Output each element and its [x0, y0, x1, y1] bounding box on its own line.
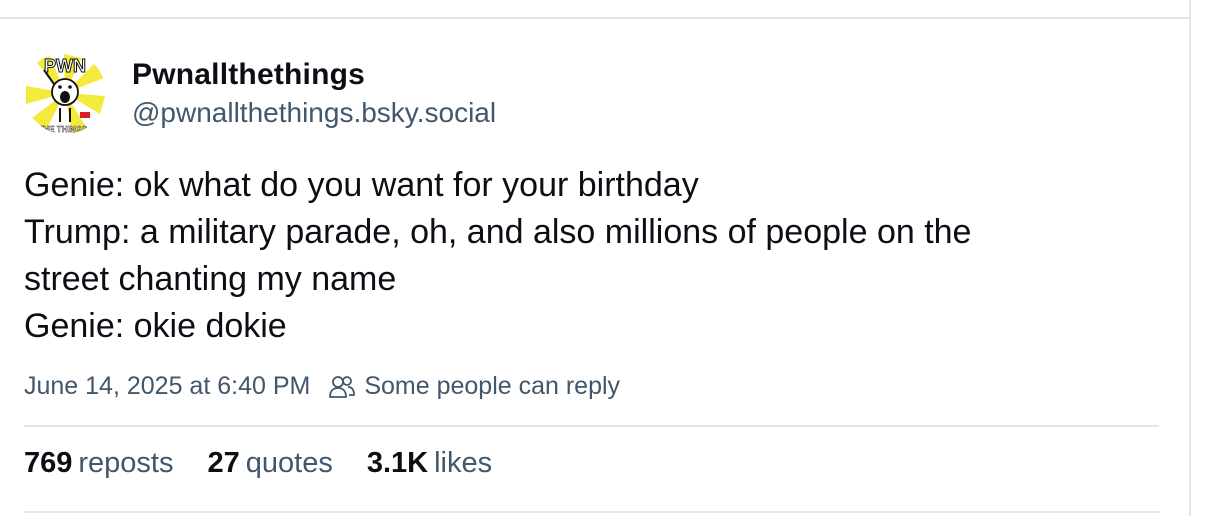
stats-divider [24, 425, 1159, 427]
post-text-line: Genie: ok what do you want for your birt… [24, 166, 699, 204]
author-handle[interactable]: @pwnallthethings.bsky.social [132, 95, 496, 131]
bottom-divider [24, 511, 1159, 513]
reposts-count: 769 [24, 447, 73, 479]
post-text: Genie: ok what do you want for your birt… [24, 162, 1159, 350]
top-divider [0, 17, 1190, 19]
likes-stat[interactable]: 3.1K likes [367, 447, 492, 480]
right-border [1189, 0, 1191, 516]
reposts-label: reposts [78, 447, 174, 479]
quotes-label: quotes [245, 447, 333, 479]
post-timestamp[interactable]: June 14, 2025 at 6:40 PM [24, 372, 310, 401]
post-text-line: Genie: okie dokie [24, 307, 287, 345]
post-author[interactable]: PWN ALL THE THINGS Pwnallthethings @pwna… [24, 52, 1159, 134]
reply-setting[interactable]: Some people can reply [364, 372, 620, 401]
post: PWN ALL THE THINGS Pwnallthethings @pwna… [24, 52, 1159, 480]
author-names: Pwnallthethings @pwnallthethings.bsky.so… [132, 55, 496, 131]
reposts-stat[interactable]: 769 reposts [24, 447, 174, 480]
display-name[interactable]: Pwnallthethings [132, 55, 496, 95]
people-icon [328, 374, 356, 400]
pwn-all-the-things-avatar-icon: PWN ALL THE THINGS [24, 52, 106, 134]
post-meta: June 14, 2025 at 6:40 PM Some people can… [24, 372, 1159, 401]
post-text-line: Trump: a military parade, oh, and also m… [24, 213, 972, 251]
likes-count: 3.1K [366, 447, 429, 479]
quotes-count: 27 [207, 447, 240, 479]
avatar[interactable]: PWN ALL THE THINGS [24, 52, 106, 134]
avatar-text-bottom: ALL THE THINGS [24, 125, 88, 134]
post-text-line: street chanting my name [24, 260, 397, 298]
likes-label: likes [434, 447, 493, 479]
quotes-stat[interactable]: 27 quotes [208, 447, 333, 480]
post-stats: 769 reposts 27 quotes 3.1K likes [24, 447, 1159, 480]
avatar-text-top: PWN [44, 56, 86, 76]
